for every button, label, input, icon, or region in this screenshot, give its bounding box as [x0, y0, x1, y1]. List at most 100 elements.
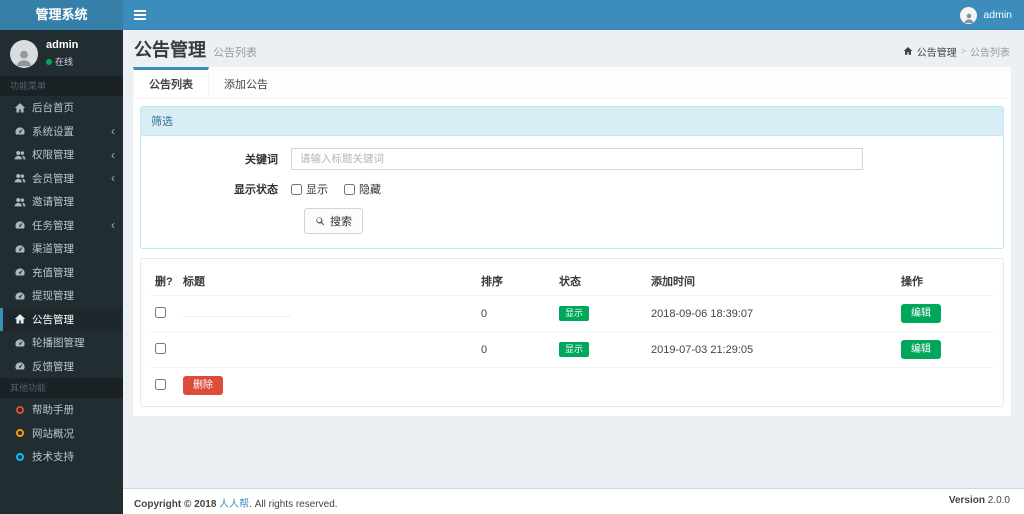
status-badge: 显示	[559, 306, 590, 321]
status-option-0[interactable]: 显示	[291, 181, 328, 197]
sidebar-extra-item-1[interactable]: 网站概况	[0, 422, 123, 446]
version: Version 2.0.0	[949, 495, 1010, 514]
brand-link[interactable]: 人人帮	[219, 499, 249, 510]
sidebar-item-2[interactable]: 权限管理 ‹	[0, 143, 123, 167]
navbar-user-menu[interactable]: admin	[948, 0, 1024, 30]
sidebar-item-10[interactable]: 轮播图管理	[0, 331, 123, 355]
version-number: 2.0.0	[987, 495, 1010, 506]
status-checkbox[interactable]	[344, 183, 355, 195]
edit-button[interactable]: 编辑	[901, 340, 941, 359]
user-status-label: 在线	[55, 57, 74, 67]
sidebar-item-label: 提现管理	[32, 290, 74, 303]
breadcrumb-link[interactable]: 公告管理	[917, 44, 957, 59]
home-icon	[14, 102, 26, 114]
chevron-left-icon: ‹	[111, 124, 115, 139]
sidebar-item-label: 后台首页	[32, 102, 74, 115]
status-label: 显示状态	[234, 184, 278, 196]
content-area: 公告管理 公告列表 公告管理 > 公告列表 公告列表 添加公告 筛选 关键词 显…	[123, 30, 1024, 488]
sidebar-item-6[interactable]: 渠道管理	[0, 237, 123, 261]
sidebar-item-label: 反馈管理	[32, 360, 74, 373]
row-checkbox[interactable]	[155, 306, 166, 318]
row-title[interactable]	[179, 331, 477, 368]
home-icon	[903, 46, 913, 56]
table-header-row: 删? 标题 排序 状态 添加时间 操作	[151, 267, 993, 296]
sidebar-item-label: 渠道管理	[32, 243, 74, 256]
copyright-prefix: Copyright © 2018	[134, 499, 217, 510]
status-checkbox[interactable]	[291, 183, 302, 195]
search-button-label: 搜索	[330, 216, 352, 228]
tab-content: 筛选 关键词 显示状态 显示 隐藏 搜索	[133, 99, 1011, 416]
content-header: 公告管理 公告列表 公告管理 > 公告列表	[123, 30, 1024, 67]
sidebar-extra-item-2[interactable]: 技术支持	[0, 445, 123, 469]
sidebar-item-4[interactable]: 邀请管理	[0, 190, 123, 214]
menu-section-other: 其他功能	[0, 378, 123, 398]
sidebar-item-label: 技术支持	[32, 451, 74, 464]
sidebar-item-9[interactable]: 公告管理	[0, 307, 123, 331]
sidebar-item-8[interactable]: 提现管理	[0, 284, 123, 308]
chevron-left-icon: ‹	[111, 171, 115, 186]
sidebar-item-label: 帮助手册	[32, 404, 74, 417]
announcement-table-box: 删? 标题 排序 状态 添加时间 操作 0 显示 2018-09-06 18:3…	[140, 258, 1004, 407]
menu-section-main: 功能菜单	[0, 76, 123, 96]
version-label: Version	[948, 495, 985, 506]
row-checkbox[interactable]	[155, 342, 166, 354]
chevron-left-icon: ‹	[111, 218, 115, 233]
filter-panel-title: 筛选	[141, 107, 1003, 136]
user-avatar	[10, 39, 38, 68]
keyword-label: 关键词	[245, 154, 278, 166]
sidebar-toggle-button[interactable]	[123, 0, 157, 30]
sidebar-item-label: 充值管理	[32, 266, 74, 279]
sidebar-item-0[interactable]: 后台首页	[0, 96, 123, 120]
sidebar-item-5[interactable]: 任务管理 ‹	[0, 214, 123, 238]
sidebar-item-1[interactable]: 系统设置 ‹	[0, 120, 123, 144]
row-sort: 0	[477, 331, 555, 368]
person-icon	[17, 50, 31, 66]
users-icon	[14, 149, 26, 161]
breadcrumb: 公告管理 > 公告列表	[903, 44, 1010, 59]
row-time: 2019-07-03 21:29:05	[647, 331, 897, 368]
col-delete: 删?	[151, 267, 179, 296]
sidebar-item-3[interactable]: 会员管理 ‹	[0, 167, 123, 191]
keyword-input[interactable]	[291, 148, 863, 170]
gauge-icon	[14, 243, 26, 255]
chevron-left-icon: ‹	[111, 147, 115, 162]
status-badge: 显示	[559, 342, 590, 357]
search-button[interactable]: 搜索	[304, 208, 363, 234]
sidebar-item-label: 公告管理	[32, 313, 74, 326]
gauge-icon	[14, 290, 26, 302]
sidebar-item-7[interactable]: 充值管理	[0, 261, 123, 285]
gauge-icon	[14, 360, 26, 372]
copyright-suffix: . All rights reserved.	[249, 499, 338, 510]
announcement-table: 删? 标题 排序 状态 添加时间 操作 0 显示 2018-09-06 18:3…	[151, 267, 993, 397]
gauge-icon	[14, 219, 26, 231]
col-title: 标题	[179, 267, 477, 296]
sidebar-item-label: 邀请管理	[32, 196, 74, 209]
gauge-icon	[14, 337, 26, 349]
status-option-label: 隐藏	[359, 184, 381, 196]
col-sort: 排序	[477, 267, 555, 296]
filter-panel: 筛选 关键词 显示状态 显示 隐藏 搜索	[140, 106, 1004, 249]
delete-button[interactable]: 删除	[183, 376, 223, 395]
select-all-checkbox[interactable]	[155, 378, 166, 390]
page-subtitle: 公告列表	[213, 47, 257, 59]
app-logo[interactable]: 管理系统	[0, 0, 123, 30]
navbar-avatar	[960, 6, 978, 24]
tab-0[interactable]: 公告列表	[133, 67, 209, 98]
row-sort: 0	[477, 295, 555, 332]
masked-title-link[interactable]	[183, 308, 291, 317]
page-title: 公告管理	[134, 40, 206, 60]
status-option-1[interactable]: 隐藏	[344, 181, 381, 197]
sidebar-item-label: 系统设置	[32, 125, 74, 138]
circle-o-icon	[16, 429, 24, 438]
sidebar-item-11[interactable]: 反馈管理	[0, 355, 123, 379]
tab-1[interactable]: 添加公告	[209, 67, 283, 98]
sidebar-menu: 后台首页 系统设置 ‹ 权限管理 ‹ 会员管理 ‹ 邀请管理 任务管理 ‹ 渠道…	[0, 96, 123, 378]
sidebar-item-label: 任务管理	[32, 219, 74, 232]
users-icon	[14, 172, 26, 184]
sidebar-item-label: 轮播图管理	[32, 337, 85, 350]
sidebar-extra-item-0[interactable]: 帮助手册	[0, 398, 123, 422]
row-title[interactable]	[179, 295, 477, 332]
online-dot-icon	[46, 58, 52, 65]
table-delete-row: 删除	[151, 368, 993, 398]
edit-button[interactable]: 编辑	[901, 304, 941, 323]
